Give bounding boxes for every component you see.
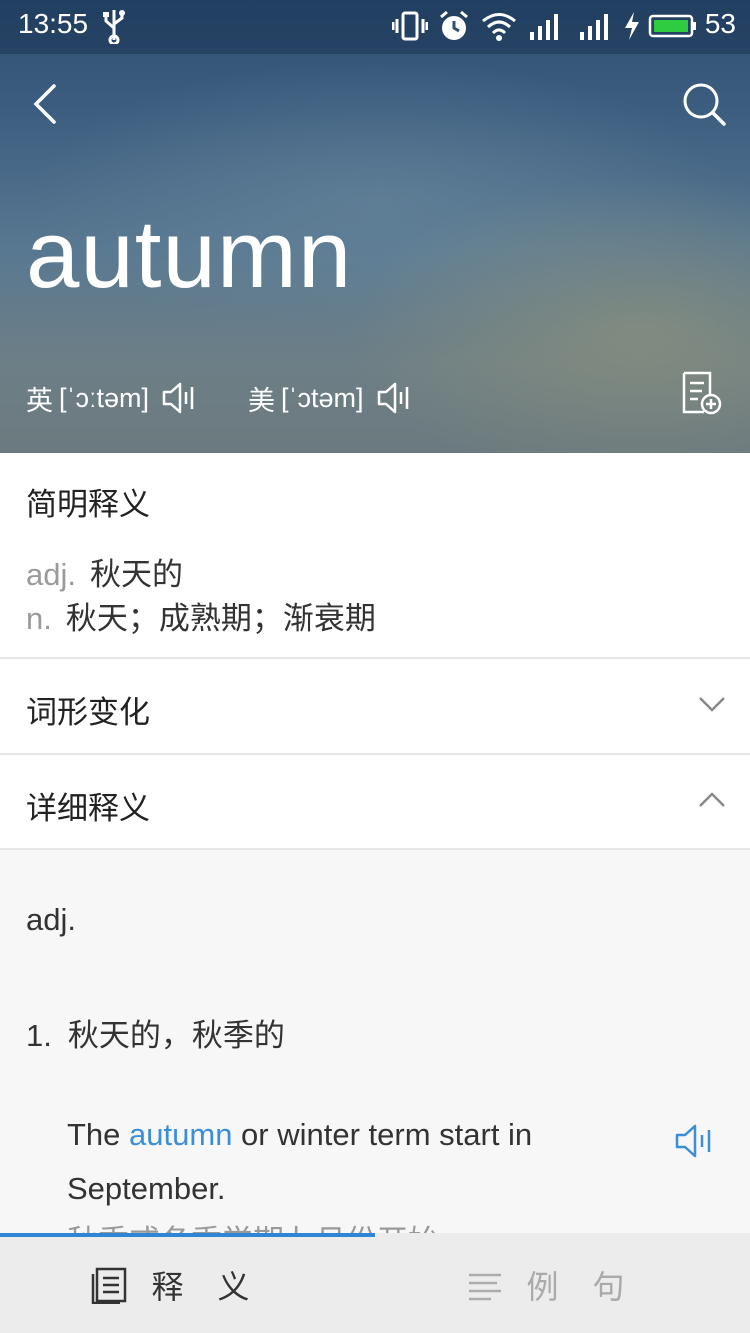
signal-icon [530, 14, 558, 40]
definition-text: 秋天；成熟期；渐衰期 [65, 601, 376, 637]
status-bar: 13:55 53 [0, 0, 750, 54]
tab-definitions[interactable]: 释义 [0, 1237, 375, 1333]
sense-item: 1. 秋天的，秋季的 [26, 1010, 285, 1055]
definitions-icon [92, 1267, 127, 1304]
section-label: 词形变化 [26, 695, 150, 731]
pronunciation-uk: 英 [ˈɔːtəm] [26, 378, 195, 418]
brief-definition-row: n. 秋天；成熟期；渐衰期 [26, 593, 376, 638]
brief-definitions: 简明释义 adj. 秋天的 n. 秋天；成熟期；渐衰期 [0, 453, 750, 657]
example-sentence: The autumn or winter term start in Septe… [67, 1108, 627, 1216]
sense-text: 秋天的，秋季的 [67, 1018, 285, 1054]
sense-number: 1. [26, 1018, 52, 1053]
battery-level: 53 [704, 8, 736, 39]
tab-label: 例句 [526, 1268, 659, 1306]
usb-icon [103, 10, 125, 44]
chevron-up-icon [699, 792, 725, 807]
tab-examples[interactable]: 例句 [375, 1237, 750, 1333]
bottom-tab-bar: 释义 例句 [0, 1233, 750, 1333]
example-text: The [67, 1117, 130, 1152]
speaker-icon[interactable] [376, 380, 410, 416]
vibrate-icon [392, 11, 428, 41]
chevron-down-icon [699, 697, 725, 712]
back-button[interactable] [24, 80, 68, 128]
brief-definition-row: adj. 秋天的 [26, 549, 183, 594]
detailed-definitions-content: adj. 1. 秋天的，秋季的 The autumn or winter term… [0, 850, 750, 1233]
brief-title: 简明释义 [26, 487, 150, 523]
status-time: 13:55 [18, 8, 89, 39]
search-icon[interactable] [680, 80, 728, 128]
part-of-speech: n. [26, 601, 52, 636]
speaker-icon[interactable] [674, 1122, 716, 1160]
add-to-wordbook-icon[interactable] [680, 370, 722, 416]
word-header: 13:55 53 autumn 英 [ˈɔːtəm] 美 [ˈɔtəm] [0, 0, 750, 453]
part-of-speech: adj. [26, 902, 76, 937]
definition-text: 秋天的 [89, 557, 183, 593]
example-keyword: autumn [129, 1117, 233, 1152]
detailed-definitions-section[interactable]: 详细释义 [0, 755, 750, 849]
signal-icon [580, 14, 608, 40]
pronunciation-uk-tag: 英 [26, 385, 53, 417]
battery-icon [648, 14, 696, 38]
pronunciation-us: 美 [ˈɔtəm] [248, 378, 410, 418]
charging-icon [625, 12, 639, 40]
list-icon [469, 1273, 502, 1301]
word-forms-section[interactable]: 词形变化 [0, 659, 750, 753]
headword: autumn [26, 201, 353, 308]
speaker-icon[interactable] [161, 380, 195, 416]
pronunciation-us-tag: 美 [248, 385, 275, 417]
pronunciation-us-phonetic: [ˈɔtəm] [281, 382, 364, 413]
wifi-icon [482, 13, 516, 41]
alarm-icon [440, 10, 468, 40]
tab-label: 释义 [151, 1268, 284, 1306]
part-of-speech: adj. [26, 557, 76, 592]
example-translation: 秋季或冬季学期九月份开始。 [67, 1216, 470, 1233]
section-label: 详细释义 [26, 791, 150, 827]
pronunciation-uk-phonetic: [ˈɔːtəm] [59, 382, 150, 413]
